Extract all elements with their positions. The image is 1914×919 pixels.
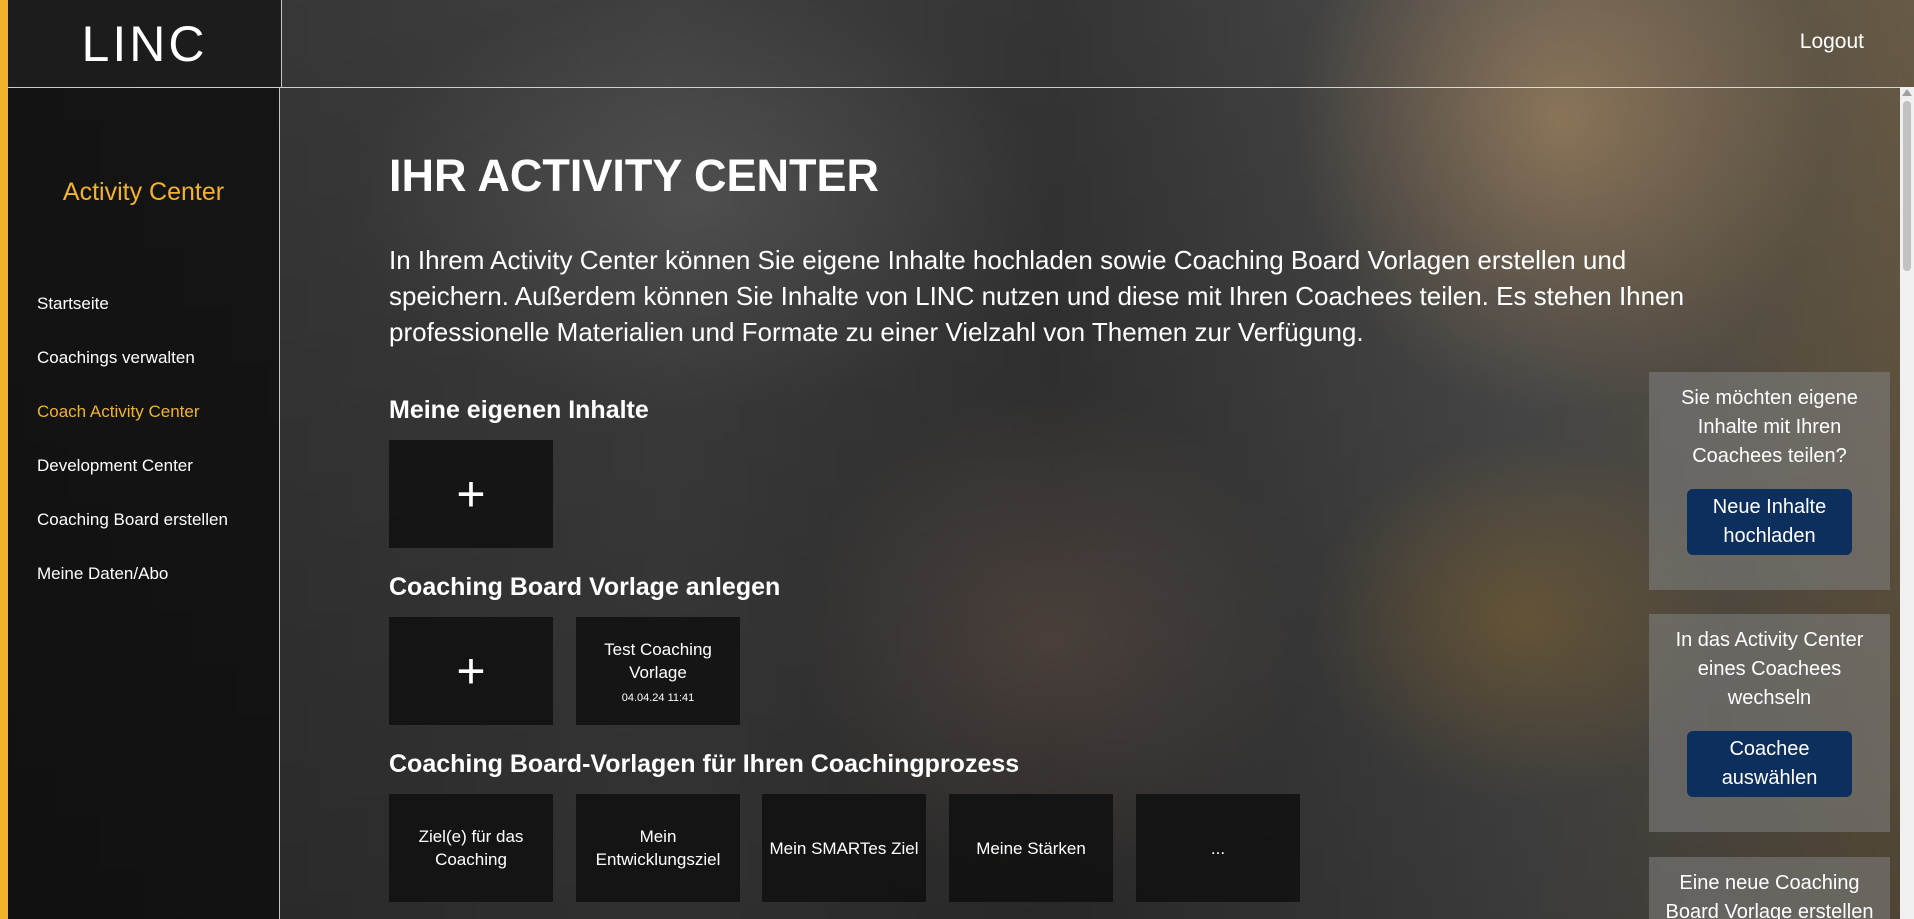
scrollbar[interactable]	[1900, 87, 1914, 919]
own-content-heading: Meine eigenen Inhalte	[389, 396, 649, 424]
linc-logo[interactable]: LINC	[82, 15, 208, 73]
switch-coachee-panel: In das Activity Center eines Coachees we…	[1649, 614, 1890, 832]
tile-title: ...	[1210, 838, 1226, 858]
sidebar: Activity Center Startseite Coachings ver…	[8, 88, 280, 919]
process-templates-heading: Coaching Board-Vorlagen für Ihren Coachi…	[389, 750, 1020, 778]
template-tile[interactable]: Meine Stärken	[949, 794, 1113, 902]
template-tile[interactable]: Mein SMARTes Ziel	[762, 794, 926, 902]
upload-content-button[interactable]: Neue Inhalte hochladen	[1687, 489, 1852, 555]
plus-icon: +	[456, 466, 486, 522]
panel-text: Eine neue Coaching Board Vorlage erstell…	[1665, 872, 1874, 919]
board-template-heading: Coaching Board Vorlage anlegen	[389, 573, 781, 601]
panel-text: Sie möchten eigene Inhalte mit Ihren Coa…	[1681, 387, 1858, 467]
plus-icon: +	[456, 643, 486, 699]
tile-title: Test Coaching Vorlage	[604, 640, 712, 682]
sidebar-title: Activity Center	[62, 178, 225, 206]
tile-date: 04.04.24 11:41	[621, 692, 695, 704]
page-title: IHR ACTIVITY CENTER	[389, 150, 880, 201]
intro-text: In Ihrem Activity Center können Sie eige…	[389, 245, 1685, 347]
scroll-up-icon[interactable]	[1902, 89, 1912, 96]
template-tile[interactable]: Ziel(e) für das Coaching	[389, 794, 553, 902]
tile-title: Mein SMARTes Ziel	[769, 838, 919, 858]
top-bar: LINC Logout	[8, 0, 1914, 88]
select-coachee-button[interactable]: Coachee auswählen	[1687, 731, 1852, 797]
new-board-template-panel: Eine neue Coaching Board Vorlage erstell…	[1649, 857, 1890, 919]
scrollbar-thumb[interactable]	[1903, 101, 1911, 271]
board-template-tile[interactable]: Test Coaching Vorlage 04.04.24 11:41	[576, 617, 740, 725]
sidebar-nav: Startseite Coachings verwalten Coach Act…	[37, 294, 228, 618]
add-own-content-tile[interactable]: +	[389, 440, 553, 548]
share-content-panel: Sie möchten eigene Inhalte mit Ihren Coa…	[1649, 372, 1890, 590]
template-tile-more[interactable]: ...	[1136, 794, 1300, 902]
logo-area: LINC	[8, 0, 282, 87]
accent-edge	[0, 0, 8, 919]
tile-title: Meine Stärken	[976, 838, 1086, 858]
sidebar-item-meine-daten[interactable]: Meine Daten/Abo	[37, 564, 228, 618]
sidebar-item-coach-activity-center[interactable]: Coach Activity Center	[37, 402, 228, 456]
add-board-template-tile[interactable]: +	[389, 617, 553, 725]
sidebar-item-startseite[interactable]: Startseite	[37, 294, 228, 348]
tile-title: Mein Entwicklungsziel	[595, 827, 721, 869]
sidebar-item-development-center[interactable]: Development Center	[37, 456, 228, 510]
background-photo	[0, 0, 1914, 919]
sidebar-item-coaching-board-erstellen[interactable]: Coaching Board erstellen	[37, 510, 228, 564]
panel-text: In das Activity Center eines Coachees we…	[1675, 629, 1864, 709]
sidebar-item-coachings-verwalten[interactable]: Coachings verwalten	[37, 348, 228, 402]
tile-title: Ziel(e) für das Coaching	[418, 827, 524, 869]
template-tile[interactable]: Mein Entwicklungsziel	[576, 794, 740, 902]
logout-link[interactable]: Logout	[1800, 30, 1864, 54]
